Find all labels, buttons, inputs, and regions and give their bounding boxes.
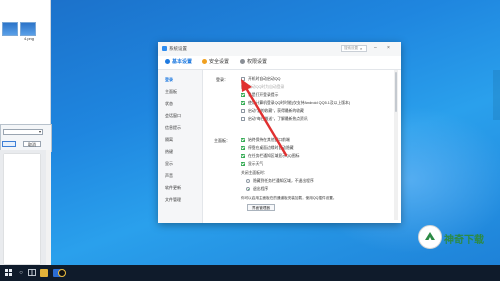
- task-view-icon[interactable]: [27, 269, 37, 279]
- folder-icon[interactable]: [40, 269, 48, 277]
- taskbar: ○: [0, 265, 500, 281]
- qq-penguin-icon[interactable]: [58, 269, 66, 277]
- watermark-text: 神奇下载: [444, 235, 484, 246]
- search-icon[interactable]: ○: [16, 269, 26, 277]
- site-watermark: 神奇下载: [418, 225, 484, 249]
- windows-start-icon[interactable]: [3, 269, 13, 279]
- watermark-logo-icon: [418, 225, 442, 249]
